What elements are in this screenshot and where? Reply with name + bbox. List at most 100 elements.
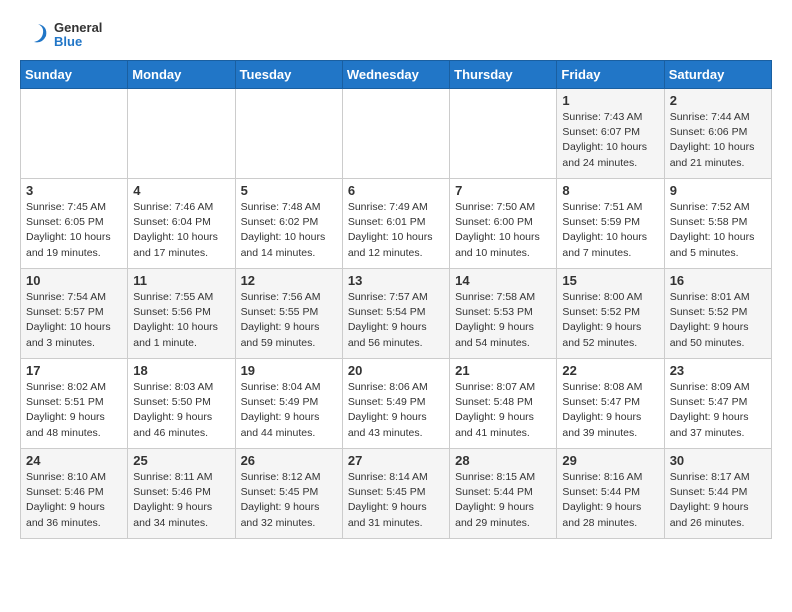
day-info: Sunrise: 8:17 AM Sunset: 5:44 PM Dayligh… — [670, 470, 766, 531]
day-info: Sunrise: 8:02 AM Sunset: 5:51 PM Dayligh… — [26, 380, 122, 441]
calendar-day-cell: 21 Sunrise: 8:07 AM Sunset: 5:48 PM Dayli… — [450, 359, 557, 449]
day-number: 13 — [348, 273, 444, 288]
calendar-day-cell: 29 Sunrise: 8:16 AM Sunset: 5:44 PM Dayli… — [557, 449, 664, 539]
calendar-week-row: 17 Sunrise: 8:02 AM Sunset: 5:51 PM Dayli… — [21, 359, 772, 449]
calendar-day-cell: 12Sunrise: 7:56 AM Sunset: 5:55 PM Dayli… — [235, 269, 342, 359]
calendar-day-cell: 8 Sunrise: 7:51 AM Sunset: 5:59 PM Daylig… — [557, 179, 664, 269]
day-info: Sunrise: 7:51 AM Sunset: 5:59 PM Dayligh… — [562, 200, 658, 261]
calendar-day-cell: 5Sunrise: 7:48 AM Sunset: 6:02 PM Daylig… — [235, 179, 342, 269]
calendar-day-cell — [450, 89, 557, 179]
calendar-day-cell: 14Sunrise: 7:58 AM Sunset: 5:53 PM Dayli… — [450, 269, 557, 359]
day-number: 5 — [241, 183, 337, 198]
day-number: 2 — [670, 93, 766, 108]
logo-general: General — [54, 21, 102, 35]
logo: General Blue — [20, 20, 102, 50]
day-number: 28 — [455, 453, 551, 468]
day-info: Sunrise: 7:55 AM Sunset: 5:56 PM Dayligh… — [133, 290, 229, 351]
day-info: Sunrise: 8:04 AM Sunset: 5:49 PM Dayligh… — [241, 380, 337, 441]
day-number: 16 — [670, 273, 766, 288]
calendar-table: SundayMondayTuesdayWednesdayThursdayFrid… — [20, 60, 772, 539]
day-info: Sunrise: 8:16 AM Sunset: 5:44 PM Dayligh… — [562, 470, 658, 531]
weekday-header-wednesday: Wednesday — [342, 61, 449, 89]
day-number: 17 — [26, 363, 122, 378]
day-info: Sunrise: 7:54 AM Sunset: 5:57 PM Dayligh… — [26, 290, 122, 351]
day-info: Sunrise: 8:11 AM Sunset: 5:46 PM Dayligh… — [133, 470, 229, 531]
weekday-header-friday: Friday — [557, 61, 664, 89]
day-number: 29 — [562, 453, 658, 468]
day-number: 21 — [455, 363, 551, 378]
calendar-day-cell: 2 Sunrise: 7:44 AM Sunset: 6:06 PM Daylig… — [664, 89, 771, 179]
calendar-day-cell: 26 Sunrise: 8:12 AM Sunset: 5:45 PM Dayli… — [235, 449, 342, 539]
calendar-day-cell: 20 Sunrise: 8:06 AM Sunset: 5:49 PM Dayli… — [342, 359, 449, 449]
day-info: Sunrise: 8:00 AM Sunset: 5:52 PM Dayligh… — [562, 290, 658, 351]
calendar-day-cell: 27Sunrise: 8:14 AM Sunset: 5:45 PM Dayli… — [342, 449, 449, 539]
day-info: Sunrise: 8:03 AM Sunset: 5:50 PM Dayligh… — [133, 380, 229, 441]
day-number: 26 — [241, 453, 337, 468]
calendar-day-cell: 6 Sunrise: 7:49 AM Sunset: 6:01 PM Daylig… — [342, 179, 449, 269]
day-info: Sunrise: 7:50 AM Sunset: 6:00 PM Dayligh… — [455, 200, 551, 261]
day-info: Sunrise: 8:06 AM Sunset: 5:49 PM Dayligh… — [348, 380, 444, 441]
calendar-day-cell: 24 Sunrise: 8:10 AM Sunset: 5:46 PM Dayli… — [21, 449, 128, 539]
day-number: 1 — [562, 93, 658, 108]
calendar-week-row: 24 Sunrise: 8:10 AM Sunset: 5:46 PM Dayli… — [21, 449, 772, 539]
day-number: 4 — [133, 183, 229, 198]
day-number: 15 — [562, 273, 658, 288]
calendar-day-cell — [235, 89, 342, 179]
day-info: Sunrise: 8:08 AM Sunset: 5:47 PM Dayligh… — [562, 380, 658, 441]
day-number: 23 — [670, 363, 766, 378]
calendar-day-cell: 18 Sunrise: 8:03 AM Sunset: 5:50 PM Dayli… — [128, 359, 235, 449]
calendar-week-row: 10Sunrise: 7:54 AM Sunset: 5:57 PM Dayli… — [21, 269, 772, 359]
day-info: Sunrise: 7:46 AM Sunset: 6:04 PM Dayligh… — [133, 200, 229, 261]
calendar-day-cell: 3 Sunrise: 7:45 AM Sunset: 6:05 PM Daylig… — [21, 179, 128, 269]
day-info: Sunrise: 8:07 AM Sunset: 5:48 PM Dayligh… — [455, 380, 551, 441]
logo-bird-icon — [20, 20, 50, 50]
day-number: 27 — [348, 453, 444, 468]
calendar-day-cell: 13 Sunrise: 7:57 AM Sunset: 5:54 PM Dayli… — [342, 269, 449, 359]
weekday-header-tuesday: Tuesday — [235, 61, 342, 89]
weekday-header-sunday: Sunday — [21, 61, 128, 89]
weekday-header-row: SundayMondayTuesdayWednesdayThursdayFrid… — [21, 61, 772, 89]
calendar-day-cell — [128, 89, 235, 179]
calendar-day-cell: 4 Sunrise: 7:46 AM Sunset: 6:04 PM Daylig… — [128, 179, 235, 269]
day-number: 11 — [133, 273, 229, 288]
calendar-day-cell: 23 Sunrise: 8:09 AM Sunset: 5:47 PM Dayli… — [664, 359, 771, 449]
day-number: 20 — [348, 363, 444, 378]
day-number: 24 — [26, 453, 122, 468]
weekday-header-monday: Monday — [128, 61, 235, 89]
day-number: 3 — [26, 183, 122, 198]
day-info: Sunrise: 8:12 AM Sunset: 5:45 PM Dayligh… — [241, 470, 337, 531]
day-info: Sunrise: 7:58 AM Sunset: 5:53 PM Dayligh… — [455, 290, 551, 351]
calendar-week-row: 3 Sunrise: 7:45 AM Sunset: 6:05 PM Daylig… — [21, 179, 772, 269]
weekday-header-thursday: Thursday — [450, 61, 557, 89]
calendar-day-cell — [21, 89, 128, 179]
calendar-day-cell: 25 Sunrise: 8:11 AM Sunset: 5:46 PM Dayli… — [128, 449, 235, 539]
day-info: Sunrise: 7:45 AM Sunset: 6:05 PM Dayligh… — [26, 200, 122, 261]
calendar-week-row: 1 Sunrise: 7:43 AM Sunset: 6:07 PM Daylig… — [21, 89, 772, 179]
calendar-day-cell: 28 Sunrise: 8:15 AM Sunset: 5:44 PM Dayli… — [450, 449, 557, 539]
day-info: Sunrise: 8:10 AM Sunset: 5:46 PM Dayligh… — [26, 470, 122, 531]
day-number: 7 — [455, 183, 551, 198]
weekday-header-saturday: Saturday — [664, 61, 771, 89]
calendar-day-cell: 16 Sunrise: 8:01 AM Sunset: 5:52 PM Dayli… — [664, 269, 771, 359]
day-info: Sunrise: 7:44 AM Sunset: 6:06 PM Dayligh… — [670, 110, 766, 171]
day-info: Sunrise: 8:15 AM Sunset: 5:44 PM Dayligh… — [455, 470, 551, 531]
day-info: Sunrise: 7:56 AM Sunset: 5:55 PM Dayligh… — [241, 290, 337, 351]
header: General Blue — [20, 20, 772, 50]
day-info: Sunrise: 7:49 AM Sunset: 6:01 PM Dayligh… — [348, 200, 444, 261]
day-number: 18 — [133, 363, 229, 378]
day-info: Sunrise: 7:52 AM Sunset: 5:58 PM Dayligh… — [670, 200, 766, 261]
day-number: 8 — [562, 183, 658, 198]
day-number: 30 — [670, 453, 766, 468]
calendar-day-cell: 15 Sunrise: 8:00 AM Sunset: 5:52 PM Dayli… — [557, 269, 664, 359]
logo-blue: Blue — [54, 35, 102, 49]
day-number: 6 — [348, 183, 444, 198]
day-info: Sunrise: 8:09 AM Sunset: 5:47 PM Dayligh… — [670, 380, 766, 441]
calendar-day-cell: 9Sunrise: 7:52 AM Sunset: 5:58 PM Daylig… — [664, 179, 771, 269]
calendar-day-cell: 7 Sunrise: 7:50 AM Sunset: 6:00 PM Daylig… — [450, 179, 557, 269]
day-info: Sunrise: 8:01 AM Sunset: 5:52 PM Dayligh… — [670, 290, 766, 351]
calendar-day-cell: 22Sunrise: 8:08 AM Sunset: 5:47 PM Dayli… — [557, 359, 664, 449]
day-number: 25 — [133, 453, 229, 468]
day-info: Sunrise: 7:43 AM Sunset: 6:07 PM Dayligh… — [562, 110, 658, 171]
day-info: Sunrise: 7:57 AM Sunset: 5:54 PM Dayligh… — [348, 290, 444, 351]
calendar-day-cell: 11 Sunrise: 7:55 AM Sunset: 5:56 PM Dayli… — [128, 269, 235, 359]
